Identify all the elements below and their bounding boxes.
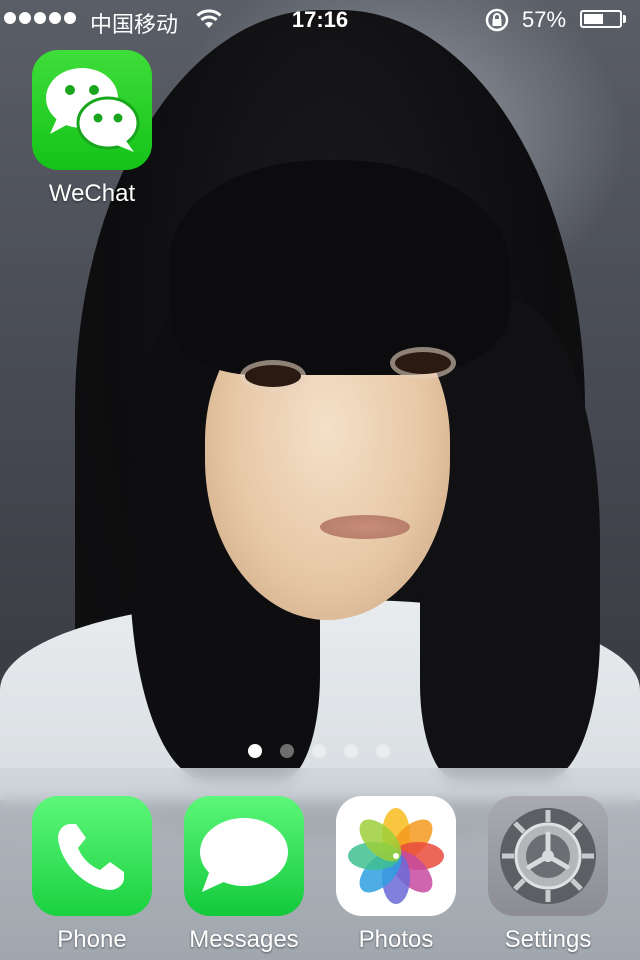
dock-app-messages[interactable]: Messages (184, 796, 304, 954)
dock-app-photos[interactable]: Photos (336, 796, 456, 954)
phone-icon[interactable] (32, 796, 152, 916)
wallpaper-lips (320, 515, 410, 539)
battery-percentage: 57% (522, 7, 567, 32)
wallpaper-hair-right (420, 300, 600, 780)
app-label-messages[interactable]: Messages (184, 926, 304, 954)
battery-tip (623, 15, 626, 23)
page-dot[interactable] (312, 744, 326, 758)
page-indicator[interactable] (248, 744, 390, 758)
battery-level-fill (584, 14, 603, 24)
app-label-phone[interactable]: Phone (32, 926, 152, 954)
photos-icon[interactable] (336, 796, 456, 916)
dock-app-settings[interactable]: Settings (488, 796, 608, 954)
page-dot-current[interactable] (248, 744, 262, 758)
app-label-settings[interactable]: Settings (488, 926, 608, 954)
page-dot[interactable] (376, 744, 390, 758)
wechat-icon[interactable] (32, 50, 152, 170)
orientation-lock-icon (484, 7, 510, 39)
dock-app-phone[interactable]: Phone (32, 796, 152, 954)
app-wechat[interactable]: WeChat (32, 50, 152, 208)
battery-icon (580, 10, 622, 28)
messages-icon[interactable] (184, 796, 304, 916)
wallpaper-left-eye (245, 365, 301, 387)
status-bar: 中国移动 17:16 57% (0, 0, 640, 40)
app-label-wechat[interactable]: WeChat (32, 180, 152, 208)
wallpaper-bangs (170, 160, 510, 375)
app-label-photos[interactable]: Photos (336, 926, 456, 954)
wallpaper-right-eye (395, 352, 451, 374)
page-dot[interactable] (280, 744, 294, 758)
settings-icon[interactable] (488, 796, 608, 916)
page-dot[interactable] (344, 744, 358, 758)
